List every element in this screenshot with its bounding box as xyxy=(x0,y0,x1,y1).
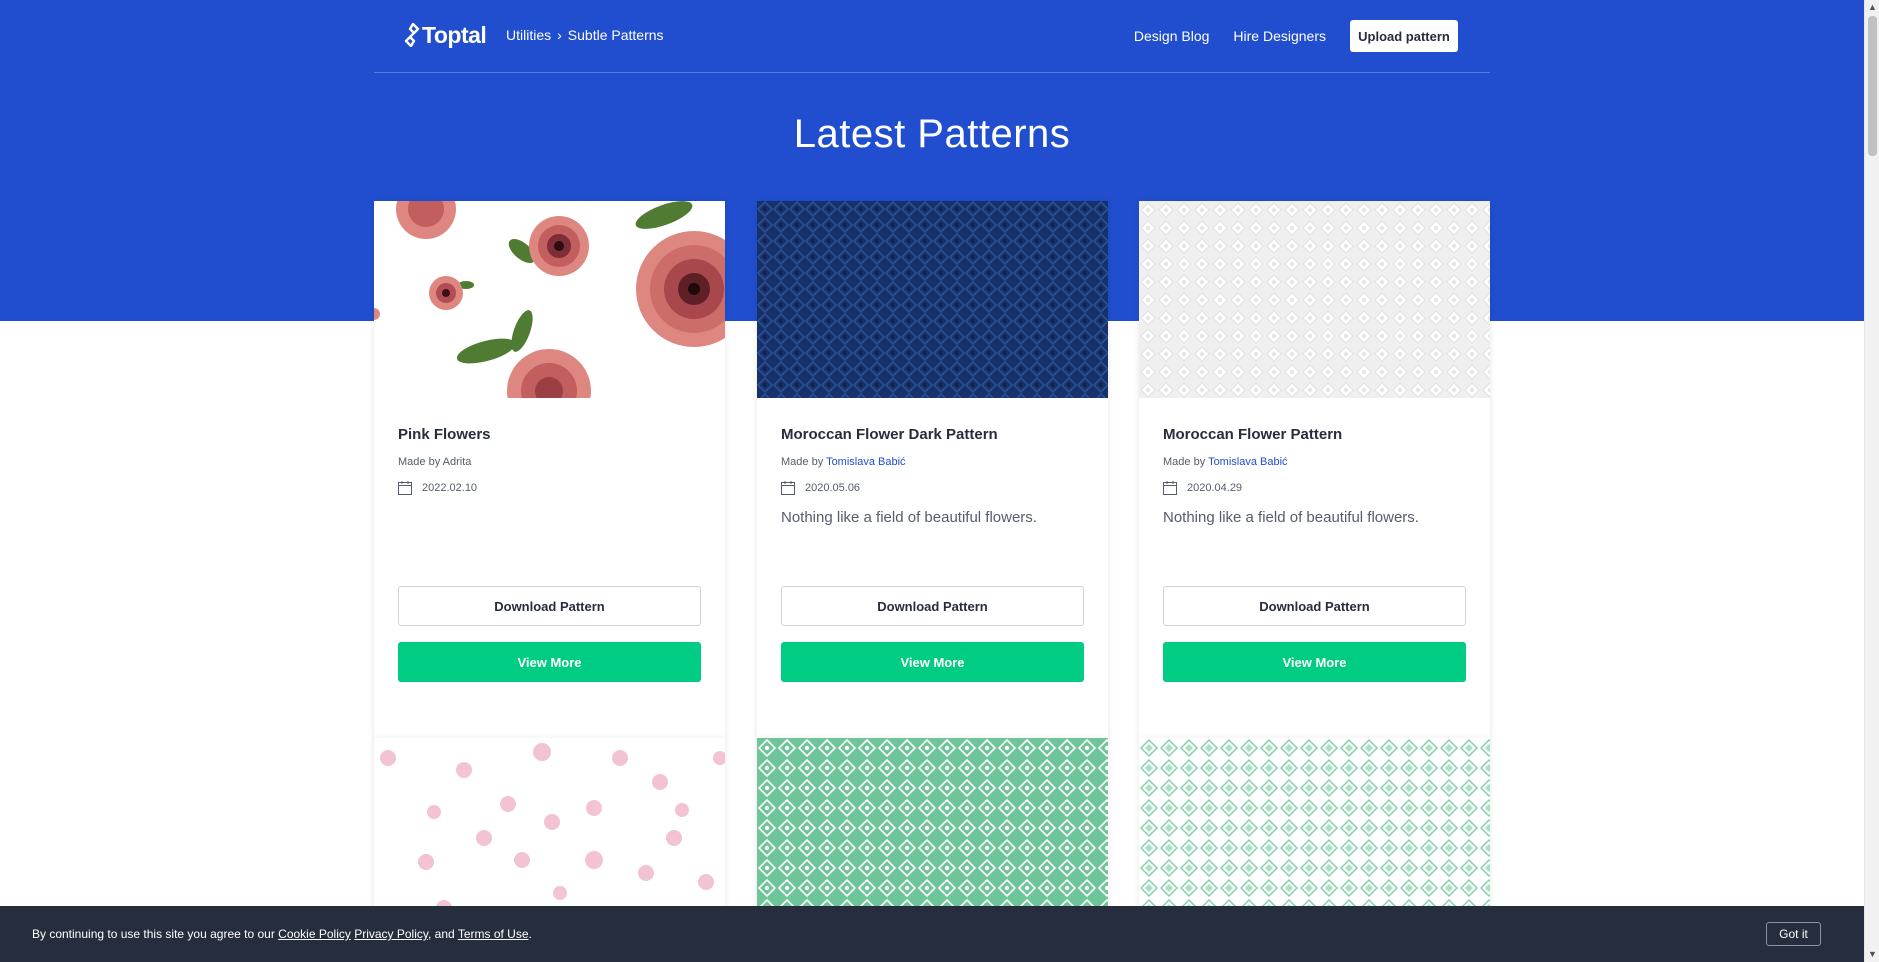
calendar-icon xyxy=(1163,481,1177,495)
scrollbar-thumb[interactable] xyxy=(1868,16,1877,156)
breadcrumb: Utilities › Subtle Patterns xyxy=(506,27,664,43)
breadcrumb-subtle-patterns[interactable]: Subtle Patterns xyxy=(568,27,664,43)
scroll-up-icon[interactable]: ▲ xyxy=(1865,0,1879,15)
made-by-label: Made by xyxy=(1163,456,1206,468)
pattern-thumbnail-moroccan-dark[interactable] xyxy=(757,201,1108,398)
view-more-button[interactable]: View More xyxy=(1163,642,1466,682)
upload-pattern-button[interactable]: Upload pattern xyxy=(1350,20,1458,52)
view-more-button[interactable]: View More xyxy=(781,642,1084,682)
date-value: 2020.04.29 xyxy=(1187,482,1243,494)
calendar-icon xyxy=(398,481,412,495)
view-more-button[interactable]: View More xyxy=(398,642,701,682)
made-by-label: Made by xyxy=(781,456,824,468)
card-description: Nothing like a field of beautiful flower… xyxy=(781,509,1037,526)
site-header: Toptal Utilities › Subtle Patterns Desig… xyxy=(374,0,1490,73)
card-title[interactable]: Moroccan Flower Pattern xyxy=(1163,426,1342,443)
download-pattern-button[interactable]: Download Pattern xyxy=(781,586,1084,626)
cookie-text: By continuing to use this site you agree… xyxy=(32,927,532,941)
pattern-thumbnail-moroccan-light[interactable] xyxy=(1139,201,1490,398)
top-nav: Design Blog Hire Designers Upload patter… xyxy=(1134,20,1458,52)
made-by-label: Made by xyxy=(398,456,441,468)
date-value: 2022.02.10 xyxy=(422,482,478,494)
scroll-down-icon[interactable]: ▼ xyxy=(1865,947,1879,962)
scrollbar[interactable]: ▲ ▼ xyxy=(1864,0,1879,962)
cookie-banner: By continuing to use this site you agree… xyxy=(0,906,1864,962)
card-description: Nothing like a field of beautiful flower… xyxy=(1163,509,1419,526)
card-title[interactable]: Pink Flowers xyxy=(398,426,491,443)
pattern-card: Moroccan Flower Dark Pattern Made by Tom… xyxy=(757,201,1108,740)
card-author-line: Made by Tomislava Babić xyxy=(781,456,906,468)
card-date: 2020.04.29 xyxy=(1163,481,1242,495)
page-title: Latest Patterns xyxy=(793,112,1071,156)
toptal-mark-icon xyxy=(404,23,420,47)
author-link[interactable]: Tomislava Babić xyxy=(826,456,905,468)
card-date: 2020.05.06 xyxy=(781,481,860,495)
download-pattern-button[interactable]: Download Pattern xyxy=(1163,586,1466,626)
card-author-line: Made by Tomislava Babić xyxy=(1163,456,1288,468)
cookie-policy-link[interactable]: Cookie Policy xyxy=(278,927,351,941)
pattern-card: Moroccan Flower Pattern Made by Tomislav… xyxy=(1139,201,1490,740)
calendar-icon xyxy=(781,481,795,495)
toptal-logo[interactable]: Toptal xyxy=(404,21,487,48)
date-value: 2020.05.06 xyxy=(805,482,861,494)
card-title[interactable]: Moroccan Flower Dark Pattern xyxy=(781,426,998,443)
breadcrumb-utilities[interactable]: Utilities xyxy=(506,27,551,43)
chevron-right-icon: › xyxy=(557,27,562,43)
privacy-policy-link[interactable]: Privacy Policy xyxy=(354,927,428,941)
cookie-and: , and xyxy=(428,927,455,941)
author-name: Adrita xyxy=(442,456,472,468)
download-pattern-button[interactable]: Download Pattern xyxy=(398,586,701,626)
author-link[interactable]: Tomislava Babić xyxy=(1208,456,1287,468)
card-author-line: Made by Adrita xyxy=(398,456,471,468)
terms-of-use-link[interactable]: Terms of Use xyxy=(458,927,529,941)
pattern-thumbnail-pink-flowers[interactable] xyxy=(374,201,725,398)
pattern-card: Pink Flowers Made by Adrita 2022.02.10 D… xyxy=(374,201,725,740)
card-date: 2022.02.10 xyxy=(398,481,477,495)
cookie-suffix: . xyxy=(528,927,532,941)
logo-text: Toptal xyxy=(422,21,487,48)
nav-design-blog[interactable]: Design Blog xyxy=(1134,28,1210,44)
nav-hire-designers[interactable]: Hire Designers xyxy=(1233,28,1326,44)
got-it-button[interactable]: Got it xyxy=(1766,922,1821,946)
cookie-prefix: By continuing to use this site you agree… xyxy=(32,927,275,941)
